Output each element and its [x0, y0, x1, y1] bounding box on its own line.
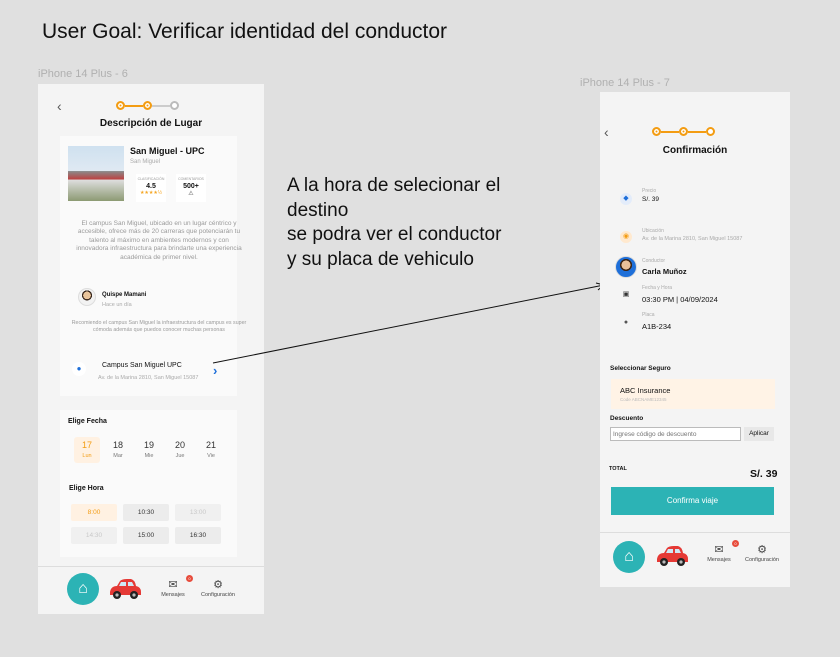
step-2-dot — [679, 127, 688, 136]
page-title: Confirmación — [662, 145, 728, 156]
car-icon[interactable] — [653, 544, 691, 568]
driver-label: Conductor — [642, 258, 666, 264]
apply-discount-button[interactable]: Aplicar — [744, 427, 774, 441]
home-icon[interactable]: ⌂ — [613, 541, 645, 573]
confirm-trip-button[interactable]: Confirma viaje — [611, 487, 774, 515]
insurance-option[interactable]: ABC Insurance Code ABCNAME12345 — [611, 379, 775, 409]
bottom-nav: ⌂ ✉ 0 Mensajes ⚙ Configuración — [600, 532, 790, 587]
phone-screen-confirmacion: ‹ Confirmación ◆ Precio S/. 39 ◉ Ubicaci… — [600, 92, 790, 587]
info-icon: ● — [623, 319, 629, 326]
back-button[interactable]: ‹ — [604, 124, 609, 140]
messages-label: Mensajes — [707, 557, 731, 563]
message-icon: ✉ 0 — [704, 540, 739, 556]
settings-label: Configuración — [745, 557, 779, 563]
insurance-name: ABC Insurance — [620, 386, 671, 395]
price-value: S/. 39 — [642, 196, 659, 203]
insurance-code: Code ABCNAME12345 — [620, 397, 667, 402]
price-tag-icon: ◆ — [620, 193, 632, 205]
step-connector — [688, 130, 706, 133]
driver-name: Carla Muñoz — [642, 267, 687, 276]
gear-icon: ⚙ — [757, 544, 767, 556]
step-3-dot — [706, 127, 715, 136]
datetime-label: Fecha y Hora — [642, 285, 673, 291]
driver-avatar — [615, 256, 637, 278]
location-icon: ◉ — [620, 231, 632, 243]
step-connector — [661, 130, 679, 133]
total-value: S/. 39 — [750, 468, 778, 480]
calendar-icon: ▣ — [622, 291, 630, 298]
insurance-title: Seleccionar Seguro — [610, 365, 671, 372]
price-label: Precio — [642, 188, 657, 194]
location-label: Ubicación — [642, 228, 664, 234]
step-1-dot — [652, 127, 661, 136]
messages-nav[interactable]: ✉ 0 Mensajes — [704, 540, 739, 563]
plate-value: A1B-234 — [642, 322, 672, 331]
progress-stepper — [652, 127, 715, 136]
location-value: Av. de la Marina 2810, San Miguel 15087 — [642, 236, 743, 242]
datetime-value: 03:30 PM | 04/09/2024 — [642, 295, 718, 304]
settings-nav[interactable]: ⚙ Configuración — [738, 543, 786, 563]
plate-label: Placa — [642, 312, 655, 318]
discount-title: Descuento — [610, 415, 644, 422]
total-label: TOTAL — [609, 466, 627, 472]
discount-code-input[interactable] — [610, 427, 741, 441]
